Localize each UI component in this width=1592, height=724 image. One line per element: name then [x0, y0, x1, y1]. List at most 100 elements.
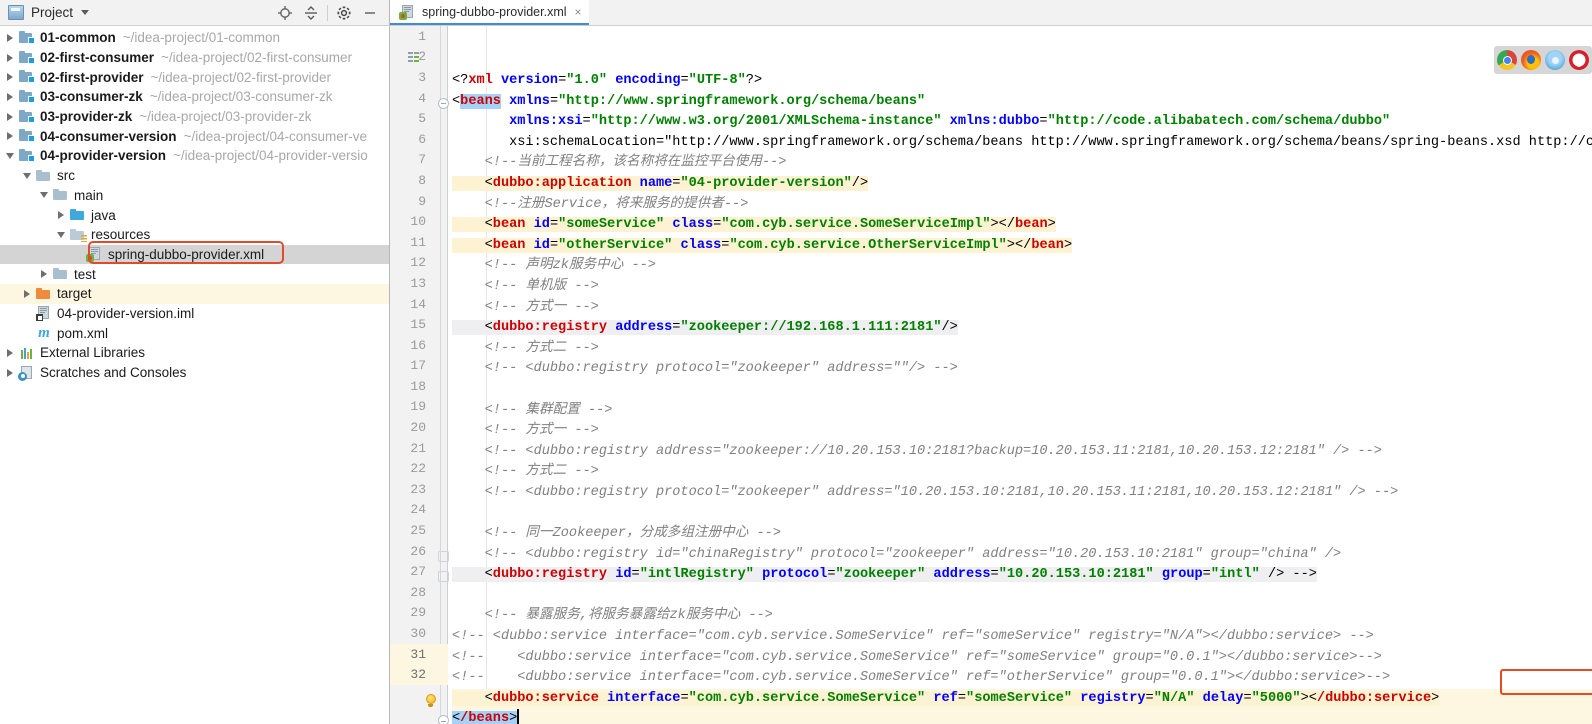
tree-item-src[interactable]: src	[0, 166, 389, 186]
tree-item-01-common[interactable]: 01-common ~/idea-project/01-common	[0, 28, 389, 48]
line-number-5[interactable]: 5	[390, 108, 448, 129]
code-line-9[interactable]: <bean id="otherService" class="com.cyb.s…	[452, 236, 1592, 257]
line-number-25[interactable]: 25	[390, 520, 448, 541]
code-line-26[interactable]	[452, 586, 1592, 607]
line-number-31[interactable]: 31	[390, 643, 448, 665]
code-line-29[interactable]: <!-- <dubbo:service interface="com.cyb.s…	[452, 648, 1592, 669]
tree-item-java[interactable]: java	[0, 205, 389, 225]
project-tree[interactable]: 01-common ~/idea-project/01-common 02-firs…	[0, 26, 389, 382]
line-number-16[interactable]: 16	[390, 335, 448, 356]
intention-bulb-icon[interactable]	[424, 693, 437, 709]
code-line-14[interactable]: <!-- 方式二 -->	[452, 339, 1592, 360]
code-line-4[interactable]: xsi:schemaLocation="http://www.springfra…	[452, 133, 1592, 154]
code-line-31[interactable]: <dubbo:service interface="com.cyb.servic…	[425, 688, 1592, 710]
line-number-29[interactable]: 29	[390, 603, 448, 624]
tree-item-spring-dubbo-provider-xml[interactable]: spring-dubbo-provider.xml	[0, 244, 389, 265]
code-line-19[interactable]: <!-- <dubbo:registry address="zookeeper:…	[452, 442, 1592, 463]
tree-item-04-provider-version-iml[interactable]: 04-provider-version.iml	[0, 304, 389, 324]
safari-icon[interactable]	[1545, 50, 1565, 70]
fold-brace-icon[interactable]	[438, 550, 449, 562]
line-number-10[interactable]: 10	[390, 211, 448, 232]
tree-item-02-first-provider[interactable]: 02-first-provider ~/idea-project/02-first…	[0, 67, 389, 87]
chevron-down-icon[interactable]	[53, 231, 69, 238]
tree-item-external-libraries[interactable]: External Libraries	[0, 343, 389, 363]
code-line-6[interactable]: <dubbo:application name="04-provider-ver…	[452, 174, 1592, 195]
tree-item-04-consumer-version[interactable]: 04-consumer-version ~/idea-project/04-con…	[0, 126, 389, 146]
line-number-32[interactable]: 32	[390, 664, 448, 685]
code-line-21[interactable]: <!-- <dubbo:registry protocol="zookeeper…	[452, 483, 1592, 504]
chevron-down-icon[interactable]	[2, 152, 18, 159]
code-line-20[interactable]: <!-- 方式二 -->	[452, 462, 1592, 483]
line-number-9[interactable]: 9	[390, 191, 448, 212]
fold-end-icon[interactable]	[438, 715, 449, 724]
line-number-19[interactable]: 19	[390, 397, 448, 418]
chevron-right-icon[interactable]	[2, 73, 18, 82]
firefox-icon[interactable]	[1521, 50, 1541, 70]
gear-icon[interactable]	[331, 1, 357, 25]
line-number-gutter[interactable]: 1 2 3 4 5 6 7 8 9 10 11 12 13 14 15 16 17 18 19 20 21 22 23 24 2…	[390, 26, 448, 724]
code-line-11[interactable]: <!-- 单机版 -->	[452, 277, 1592, 298]
code-line-28[interactable]: <!-- <dubbo:service interface="com.cyb.s…	[452, 627, 1592, 648]
chevron-down-icon[interactable]	[36, 192, 52, 199]
line-number-3[interactable]: 3	[390, 67, 448, 88]
tree-item-scratches-and-consoles[interactable]: Scratches and Consoles	[0, 363, 389, 383]
chevron-right-icon[interactable]	[2, 132, 18, 141]
tree-item-target[interactable]: target	[0, 283, 389, 304]
minimize-icon[interactable]	[357, 1, 383, 25]
code-line-30[interactable]: <!-- <dubbo:service interface="com.cyb.s…	[452, 668, 1592, 689]
locate-target-icon[interactable]	[272, 1, 298, 25]
code-line-5[interactable]: <!--当前工程名称，该名称将在监控平台使用-->	[452, 153, 1592, 174]
tree-item-04-provider-version[interactable]: 04-provider-version ~/idea-project/04-pro…	[0, 146, 389, 166]
spring-beans-gutter-icon[interactable]	[408, 50, 422, 65]
code-line-2[interactable]: <beans xmlns="http://www.springframework…	[438, 92, 1592, 113]
chevron-down-icon[interactable]	[19, 172, 35, 179]
line-number-7[interactable]: 7	[390, 150, 448, 171]
code-line-10[interactable]: <!-- 声明zk服务中心 -->	[452, 256, 1592, 277]
line-number-23[interactable]: 23	[390, 479, 448, 500]
code-line-1[interactable]: <?xml version="1.0" encoding="UTF-8"?>	[452, 71, 1592, 92]
line-number-30[interactable]: 30	[390, 623, 448, 644]
code-line-32[interactable]: </beans>	[438, 709, 1592, 724]
close-icon[interactable]: ×	[575, 6, 582, 18]
code-line-13[interactable]: <dubbo:registry address="zookeeper://192…	[452, 318, 1592, 339]
line-number-17[interactable]: 17	[390, 356, 448, 377]
chevron-right-icon[interactable]	[2, 53, 18, 62]
line-number-28[interactable]: 28	[390, 582, 448, 603]
code-editor[interactable]: 1 2 3 4 5 6 7 8 9 10 11 12 13 14 15 16 17 18 19 20 21 22 23 24 2…	[390, 26, 1592, 724]
line-number-2[interactable]: 2	[390, 47, 448, 68]
code-line-27[interactable]: <!-- 暴露服务,将服务暴露给zk服务中心 -->	[452, 606, 1592, 627]
chevron-right-icon[interactable]	[36, 270, 52, 279]
fold-open-icon[interactable]	[438, 97, 449, 109]
line-number-15[interactable]: 15	[390, 314, 448, 335]
tree-item-02-first-consumer[interactable]: 02-first-consumer ~/idea-project/02-first…	[0, 48, 389, 68]
tab-spring-dubbo-provider-xml[interactable]: spring-dubbo-provider.xml ×	[390, 0, 589, 25]
tree-item-main[interactable]: main	[0, 186, 389, 206]
line-number-13[interactable]: 13	[390, 273, 448, 294]
code-line-8[interactable]: <bean id="someService" class="com.cyb.se…	[452, 215, 1592, 236]
line-number-21[interactable]: 21	[390, 438, 448, 459]
line-number-18[interactable]: 18	[390, 376, 448, 397]
opera-icon[interactable]	[1569, 50, 1589, 70]
collapse-all-icon[interactable]	[298, 1, 324, 25]
chevron-down-icon[interactable]	[81, 10, 90, 15]
code-line-7[interactable]: <!--注册Service，将来服务的提供者-->	[452, 195, 1592, 216]
chevron-right-icon[interactable]	[2, 368, 18, 377]
tree-item-test[interactable]: test	[0, 264, 389, 284]
line-number-14[interactable]: 14	[390, 294, 448, 315]
code-line-17[interactable]: <!-- 集群配置 -->	[452, 401, 1592, 422]
code-line-12[interactable]: <!-- 方式一 -->	[452, 298, 1592, 319]
chevron-right-icon[interactable]	[2, 33, 18, 42]
chevron-right-icon[interactable]	[2, 348, 18, 357]
chevron-right-icon[interactable]	[2, 112, 18, 121]
line-number-22[interactable]: 22	[390, 458, 448, 479]
chevron-right-icon[interactable]	[53, 211, 69, 220]
code-line-15[interactable]: <!-- <dubbo:registry protocol="zookeeper…	[452, 359, 1592, 380]
tree-item-resources[interactable]: resources	[0, 225, 389, 245]
code-line-23[interactable]: <!-- 同一Zookeeper，分成多组注册中心 -->	[452, 524, 1592, 545]
line-number-24[interactable]: 24	[390, 500, 448, 521]
code-line-25[interactable]: <dubbo:registry id="intlRegistry" protoc…	[438, 565, 1592, 586]
code-line-22[interactable]	[452, 503, 1592, 524]
line-number-11[interactable]: 11	[390, 232, 448, 253]
browser-preview-widget[interactable]	[1494, 46, 1592, 74]
tree-item-pom-xml[interactable]: m pom.xml	[0, 323, 389, 343]
